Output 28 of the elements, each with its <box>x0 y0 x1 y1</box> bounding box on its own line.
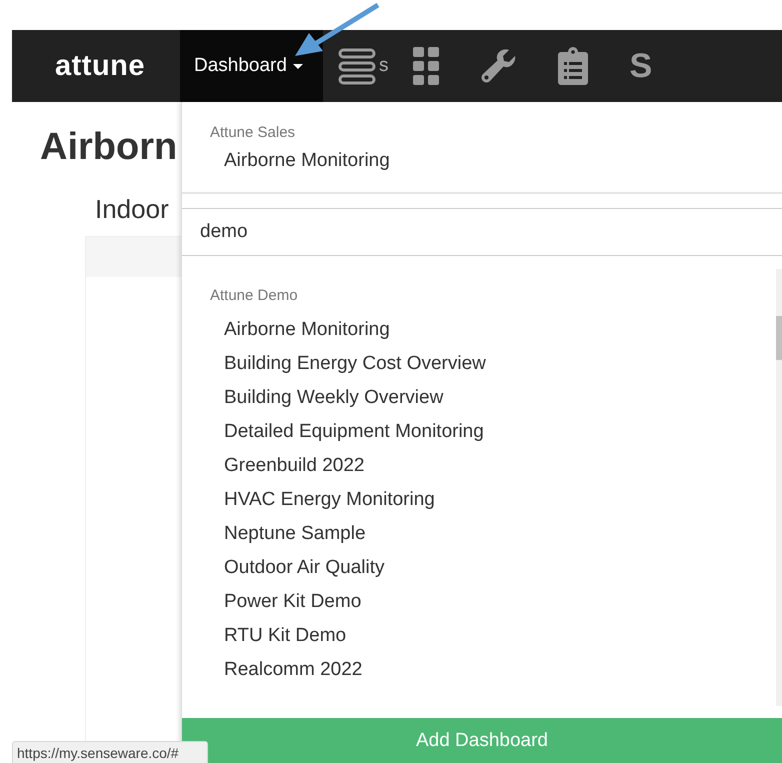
nav-label[interactable]: s <box>379 55 388 77</box>
dashboard-item[interactable]: Power Kit Demo <box>182 585 776 619</box>
search-field[interactable]: demo <box>182 208 782 256</box>
caret-icon <box>292 64 303 68</box>
group-label: Attune Sales <box>209 123 296 143</box>
logo[interactable]: attune <box>12 50 180 82</box>
group-label: Attune Demo <box>209 286 299 306</box>
section-title: Indoor <box>94 193 170 226</box>
clipboard-icon[interactable] <box>558 47 588 85</box>
dashboard-item[interactable]: Greenbuild 2022 <box>182 449 776 483</box>
list-icon[interactable] <box>338 46 376 86</box>
dashboard-tab[interactable]: Dashboard <box>180 30 323 102</box>
dashboard-item[interactable]: Detailed Equipment Monitoring <box>182 415 776 449</box>
dashboard-item[interactable]: Building Energy Cost Overview <box>182 347 776 381</box>
wrench-icon[interactable] <box>480 48 516 84</box>
s-logo-icon[interactable]: S <box>630 46 652 86</box>
dashboard-item[interactable]: Neptune Sample <box>182 517 776 551</box>
dashboard-item[interactable]: Airborne Monitoring <box>182 144 782 178</box>
dashboard-item[interactable]: Outdoor Air Quality <box>182 551 776 585</box>
dashboard-item[interactable]: Building Weekly Overview <box>182 381 776 415</box>
grid-icon[interactable] <box>412 47 440 85</box>
dashboard-item[interactable]: HVAC Energy Monitoring <box>182 483 776 517</box>
scrollbar[interactable] <box>776 269 782 706</box>
dashboard-item[interactable]: Realcomm 2022 <box>182 653 776 687</box>
page-title: Airborn <box>40 125 178 170</box>
dashboard-item[interactable]: RTU Kit Demo <box>182 619 776 653</box>
status-url: https://my.senseware.co/# <box>17 745 179 761</box>
dashboard-item[interactable]: Airborne Monitoring <box>182 313 776 347</box>
